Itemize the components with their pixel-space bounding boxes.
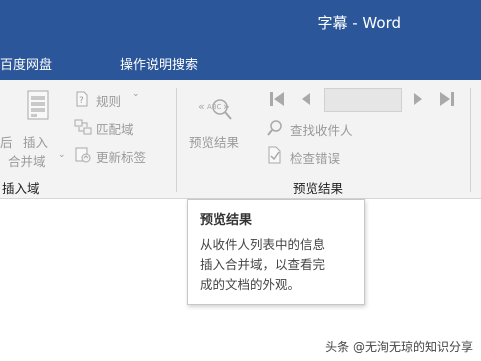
partial-button-label[interactable]: 后: [0, 132, 13, 151]
insert-merge-field-line2[interactable]: 合并域: [8, 151, 46, 170]
tooltip-line-3: 成的文档的外观。: [200, 277, 301, 292]
rules-icon[interactable]: ?: [74, 91, 90, 107]
rules-button[interactable]: 规则: [96, 91, 121, 110]
previous-record-icon[interactable]: [298, 90, 314, 108]
insert-fields-group-label: 插入域: [2, 181, 40, 196]
mailings-ribbon: [0, 80, 481, 199]
chevron-down-icon[interactable]: ⌄: [58, 150, 66, 160]
preview-results-icon[interactable]: « ABC »: [198, 96, 238, 122]
group-divider: [176, 88, 177, 192]
record-number-input[interactable]: [324, 88, 402, 112]
last-record-icon[interactable]: [438, 90, 456, 108]
check-errors-icon[interactable]: [266, 146, 284, 164]
rules-chevron-icon[interactable]: ⌄: [132, 89, 140, 99]
svg-text:«: «: [198, 100, 205, 113]
check-errors-button[interactable]: 检查错误: [290, 148, 340, 167]
group-divider-right: [470, 88, 471, 192]
preview-results-tooltip: 预览结果 从收件人列表中的信息 插入合并域，以查看完 成的文档的外观。: [187, 199, 365, 305]
next-record-icon[interactable]: [410, 90, 426, 108]
insert-merge-field-line1[interactable]: 插入: [23, 132, 48, 151]
tooltip-description: 从收件人列表中的信息 插入合并域，以查看完 成的文档的外观。: [200, 235, 356, 295]
preview-results-button[interactable]: 预览结果: [189, 132, 239, 151]
preview-results-group-label: 预览结果: [293, 181, 344, 196]
tooltip-line-2: 插入合并域，以查看完: [200, 257, 326, 272]
find-recipient-button[interactable]: 查找收件人: [290, 120, 353, 139]
update-labels-button[interactable]: 更新标签: [96, 147, 146, 166]
svg-text:?: ?: [79, 96, 84, 106]
match-fields-button[interactable]: 匹配域: [96, 119, 134, 138]
tooltip-line-1: 从收件人列表中的信息: [200, 237, 326, 252]
find-recipient-icon[interactable]: [266, 119, 284, 137]
watermark-text: 头条 @无洵无琼的知识分享: [325, 340, 473, 354]
update-labels-icon[interactable]: [74, 146, 92, 164]
baidu-netdisk-tab[interactable]: 百度网盘: [0, 54, 52, 73]
tell-me-search[interactable]: 操作说明搜索: [120, 54, 198, 73]
tell-me-bar: 百度网盘 操作说明搜索: [0, 47, 481, 119]
tooltip-title: 预览结果: [200, 213, 253, 228]
insert-merge-field-icon[interactable]: [26, 90, 50, 122]
match-fields-icon[interactable]: [74, 118, 92, 136]
first-record-icon[interactable]: [268, 90, 286, 108]
title-bar: 字幕 - Word: [0, 0, 481, 47]
window-title: 字幕 - Word: [317, 14, 401, 32]
